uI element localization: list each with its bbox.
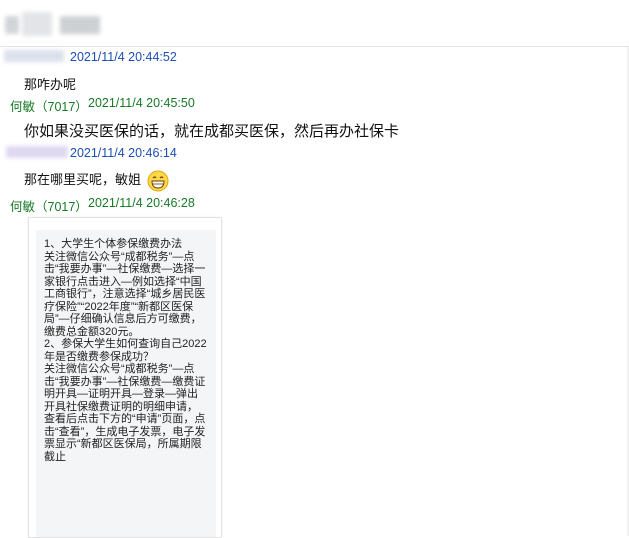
message-text: 那咋办呢 <box>24 77 77 92</box>
message-meta-sender: 何敏（7017） <box>10 100 88 114</box>
message-text-row: 那在哪里买呢，敏姐 <box>24 169 169 192</box>
message-text: 那在哪里买呢，敏姐 <box>24 172 142 187</box>
grin-emoji-icon <box>147 170 169 192</box>
blurred-title-2 <box>60 16 100 34</box>
message-meta-time: 2021/11/4 20:46:14 <box>70 146 177 160</box>
message-text: 你如果没买医保的话，就在成都买医保，然后再办社保卡 <box>24 123 400 140</box>
message-meta-sender: 何敏（7017） <box>10 200 88 214</box>
blurred-sender-name <box>4 50 64 62</box>
header-divider <box>0 46 629 47</box>
blurred-title <box>22 12 52 36</box>
chat-header <box>0 0 629 46</box>
message-meta-time: 2021/11/4 20:44:52 <box>70 50 177 64</box>
message-meta-time: 2021/11/4 20:45:50 <box>88 96 195 110</box>
image-text: 1、大学生个体参保缴费办法 关注微信公众号“成都税务”—点击“我要办事”—社保缴… <box>44 238 207 463</box>
blurred-sender-name <box>6 146 68 158</box>
message-meta-time: 2021/11/4 20:46:28 <box>88 196 195 210</box>
image-message[interactable]: 1、大学生个体参保缴费办法 关注微信公众号“成都税务”—点击“我要办事”—社保缴… <box>28 217 222 538</box>
blurred-avatar <box>5 16 19 34</box>
